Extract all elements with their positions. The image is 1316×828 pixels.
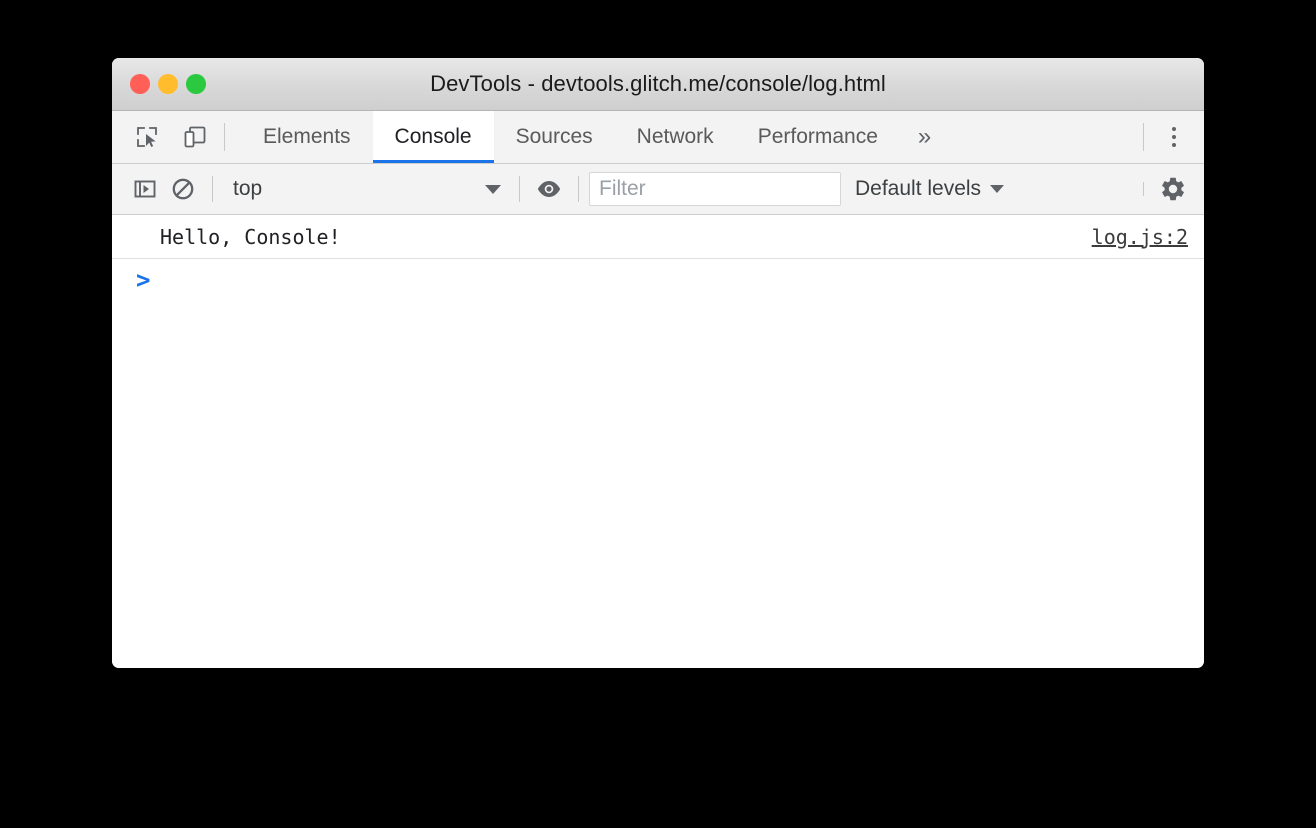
prompt-chevron-icon: > [136,266,151,294]
tab-performance[interactable]: Performance [736,111,900,163]
tab-console[interactable]: Console [372,111,494,163]
chevron-down-icon [485,184,501,194]
toolbar-divider-2 [519,176,520,202]
more-tabs-chevron-icon[interactable]: » [900,111,949,163]
tab-sources[interactable]: Sources [494,111,615,163]
console-sidebar-toggle-icon[interactable] [126,170,164,208]
devtools-tabbar: Elements Console Sources Network Perform… [112,111,1204,164]
toolbar-right-group [1133,170,1204,208]
traffic-lights [130,74,206,94]
console-message-list: Hello, Console! log.js:2 > [112,215,1204,668]
console-message-source-link[interactable]: log.js:2 [1092,225,1188,249]
minimize-window-button[interactable] [158,74,178,94]
device-toolbar-icon[interactable] [176,118,214,156]
console-message-row[interactable]: Hello, Console! log.js:2 [112,215,1204,259]
tabbar-right-group [1133,111,1204,163]
chevron-down-icon [990,185,1005,193]
console-message-text: Hello, Console! [160,224,341,249]
tabbar-divider [224,123,225,151]
window-title: DevTools - devtools.glitch.me/console/lo… [430,71,886,96]
inspect-element-icon[interactable] [128,118,166,156]
devtools-window: DevTools - devtools.glitch.me/console/lo… [112,58,1204,668]
toolbar-divider-3 [578,176,579,202]
devtools-tabs: Elements Console Sources Network Perform… [241,111,949,163]
window-titlebar: DevTools - devtools.glitch.me/console/lo… [112,58,1204,111]
toolbar-divider-4 [1143,182,1144,196]
log-levels-label: Default levels [855,177,982,200]
console-toolbar: top Default levels [112,164,1204,215]
clear-console-icon[interactable] [164,170,202,208]
tab-elements[interactable]: Elements [241,111,373,163]
console-prompt-row[interactable]: > [112,259,1204,301]
toolbar-divider-1 [212,176,213,202]
filter-input[interactable] [589,172,841,206]
tabbar-tool-icons [112,111,214,163]
execution-context-selector[interactable]: top [223,174,509,204]
execution-context-value: top [233,177,263,200]
maximize-window-button[interactable] [186,74,206,94]
console-settings-gear-icon[interactable] [1154,170,1192,208]
tab-network[interactable]: Network [615,111,736,163]
main-menu-kebab-icon[interactable] [1154,117,1194,157]
log-levels-dropdown[interactable]: Default levels [855,177,1005,201]
close-window-button[interactable] [130,74,150,94]
live-expression-eye-icon[interactable] [530,170,568,208]
tabbar-right-divider [1143,123,1144,151]
